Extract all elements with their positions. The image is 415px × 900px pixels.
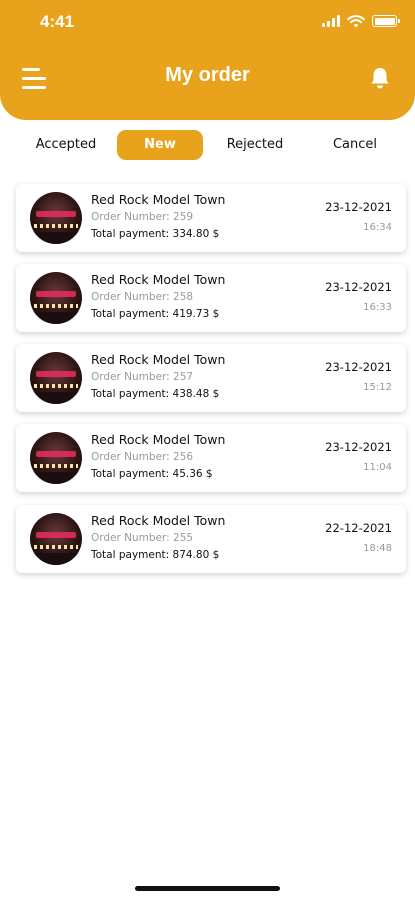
- order-number: Order Number: 257: [91, 371, 194, 383]
- app-header: 4:41 My order: [0, 0, 415, 120]
- order-time: 18:48: [363, 543, 392, 554]
- tab-new[interactable]: New: [117, 130, 203, 160]
- status-bar: 4:41: [0, 0, 415, 44]
- order-card[interactable]: Red Rock Model Town Order Number: 255 To…: [16, 505, 406, 573]
- home-indicator[interactable]: [135, 886, 280, 891]
- order-time: 11:04: [363, 462, 392, 473]
- page-title: My order: [165, 64, 250, 86]
- order-date: 23-12-2021: [325, 200, 392, 214]
- bell-icon[interactable]: [369, 66, 391, 90]
- wifi-icon: [347, 15, 365, 28]
- order-number: Order Number: 256: [91, 451, 194, 463]
- store-avatar: [30, 192, 82, 244]
- order-time: 16:34: [363, 222, 392, 233]
- order-number: Order Number: 258: [91, 291, 194, 303]
- tab-accepted[interactable]: Accepted: [26, 130, 106, 160]
- order-date: 23-12-2021: [325, 440, 392, 454]
- total-payment: Total payment: 874.80 $: [91, 549, 220, 561]
- order-card[interactable]: Red Rock Model Town Order Number: 259 To…: [16, 184, 406, 252]
- order-number: Order Number: 255: [91, 532, 194, 544]
- total-payment: Total payment: 334.80 $: [91, 228, 220, 240]
- store-name: Red Rock Model Town: [91, 192, 226, 207]
- tab-cancel[interactable]: Cancel: [315, 130, 395, 160]
- store-avatar: [30, 513, 82, 565]
- order-date: 22-12-2021: [325, 521, 392, 535]
- order-card[interactable]: Red Rock Model Town Order Number: 256 To…: [16, 424, 406, 492]
- store-avatar: [30, 432, 82, 484]
- order-status-tabs: Accepted New Rejected Cancel: [0, 130, 415, 162]
- store-avatar: [30, 352, 82, 404]
- status-icons: [322, 14, 400, 28]
- store-name: Red Rock Model Town: [91, 513, 226, 528]
- store-name: Red Rock Model Town: [91, 432, 226, 447]
- order-date: 23-12-2021: [325, 280, 392, 294]
- order-card[interactable]: Red Rock Model Town Order Number: 257 To…: [16, 344, 406, 412]
- total-payment: Total payment: 419.73 $: [91, 308, 220, 320]
- order-date: 23-12-2021: [325, 360, 392, 374]
- tab-rejected[interactable]: Rejected: [215, 130, 295, 160]
- order-number: Order Number: 259: [91, 211, 194, 223]
- order-time: 16:33: [363, 302, 392, 313]
- order-time: 15:12: [363, 382, 392, 393]
- order-card[interactable]: Red Rock Model Town Order Number: 258 To…: [16, 264, 406, 332]
- battery-icon: [372, 15, 400, 27]
- store-name: Red Rock Model Town: [91, 272, 226, 287]
- total-payment: Total payment: 45.36 $: [91, 468, 213, 480]
- store-avatar: [30, 272, 82, 324]
- status-time: 4:41: [40, 12, 75, 31]
- total-payment: Total payment: 438.48 $: [91, 388, 220, 400]
- signal-icon: [322, 15, 340, 27]
- store-name: Red Rock Model Town: [91, 352, 226, 367]
